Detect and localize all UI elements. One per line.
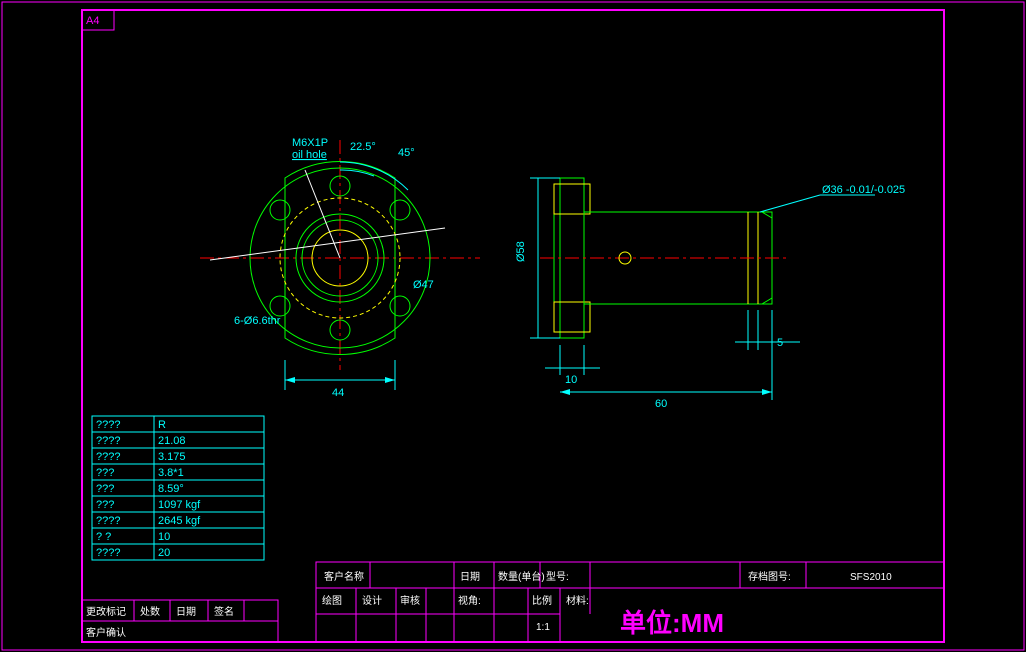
spec-cell: 2645 kgf xyxy=(158,515,201,527)
spec-cell: 20 xyxy=(158,547,170,559)
dim5: 5 xyxy=(777,337,783,349)
svg-text:数量(单台): 数量(单台) xyxy=(498,570,545,583)
thread-label: M6X1P xyxy=(292,137,328,149)
angle-22: 22.5° xyxy=(350,141,376,153)
spec-cell: 1097 kgf xyxy=(158,499,201,511)
svg-text:存档图号:: 存档图号: xyxy=(748,570,791,583)
oil-label: oil hole xyxy=(292,149,327,161)
spec-cell: ??? xyxy=(96,483,114,495)
revision-block: 更改标记 处数 日期 签名 客户确认 xyxy=(82,600,278,642)
spec-cell: ???? xyxy=(96,435,120,447)
dim44: 44 xyxy=(332,387,344,399)
svg-text:客户确认: 客户确认 xyxy=(86,626,126,639)
spec-cell: ???? xyxy=(96,547,120,559)
svg-text:型号:: 型号: xyxy=(546,570,569,583)
spec-cell: 8.59° xyxy=(158,483,184,495)
svg-text:绘图: 绘图 xyxy=(322,594,342,607)
svg-text:材料:: 材料: xyxy=(566,594,589,607)
unit-label: 单位:MM xyxy=(620,608,724,638)
title-block: 客户名称 日期 数量(单台) 型号: 存档图号: SFS2010 材料: 绘图 … xyxy=(316,562,944,642)
svg-text:比例: 比例 xyxy=(532,594,552,607)
side-view xyxy=(530,178,875,400)
spec-cell: R xyxy=(158,419,166,431)
dia58: Ø58 xyxy=(515,241,527,262)
spec-table: ???? R???? 21.08???? 3.175??? 3.8*1??? 8.59°?… xyxy=(92,416,264,560)
dim60: 60 xyxy=(655,398,667,410)
spec-cell: 3.8*1 xyxy=(158,467,184,479)
spec-cell: ???? xyxy=(96,451,120,463)
front-view xyxy=(200,140,480,390)
archive-number: SFS2010 xyxy=(850,572,892,583)
spec-cell: 3.175 xyxy=(158,451,186,463)
spec-cell: ???? xyxy=(96,515,120,527)
svg-text:客户名称: 客户名称 xyxy=(324,570,364,583)
dim10: 10 xyxy=(565,374,577,386)
svg-text:日期: 日期 xyxy=(460,571,480,583)
svg-text:1:1: 1:1 xyxy=(536,622,550,633)
dia36: Ø36 -0.01/-0.025 xyxy=(822,184,905,196)
spec-cell: ??? xyxy=(96,499,114,511)
sheet-size: A4 xyxy=(86,15,99,27)
spec-cell: ? ? xyxy=(96,531,111,543)
bolt-label: 6-Ø6.6thr xyxy=(234,315,281,327)
spec-cell: 10 xyxy=(158,531,170,543)
svg-text:签名: 签名 xyxy=(214,605,234,618)
cad-drawing: A4 M6X1P oil hole 22.5° 45° 6-Ø6.6thr Ø4… xyxy=(0,0,1026,652)
spec-cell: ???? xyxy=(96,419,120,431)
svg-text:更改标记: 更改标记 xyxy=(86,605,126,618)
spec-cell: ??? xyxy=(96,467,114,479)
svg-text:视角:: 视角: xyxy=(458,594,481,607)
svg-text:审核: 审核 xyxy=(400,594,420,607)
dia47: Ø47 xyxy=(413,279,434,291)
spec-cell: 21.08 xyxy=(158,435,186,447)
svg-text:日期: 日期 xyxy=(176,606,196,618)
svg-text:处数: 处数 xyxy=(140,605,160,618)
angle-45: 45° xyxy=(398,147,415,159)
svg-text:设计: 设计 xyxy=(362,594,382,607)
